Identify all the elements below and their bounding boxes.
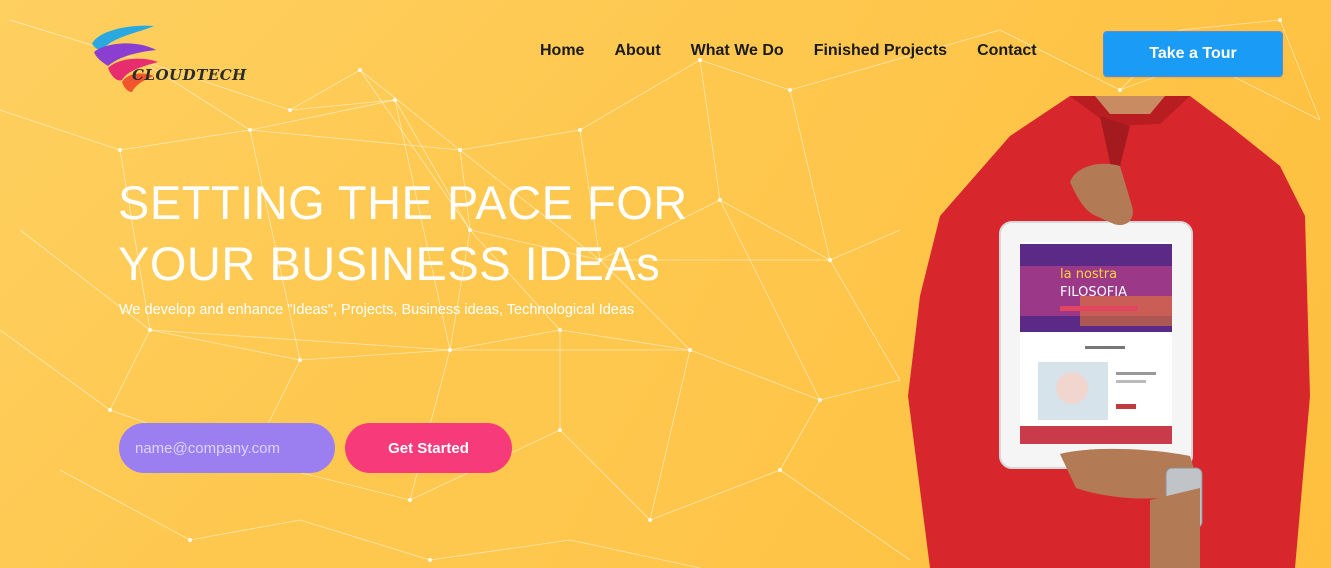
logo-swoosh-icon <box>92 25 158 92</box>
logo-wordmark: CLOUDTECH <box>132 66 247 84</box>
take-a-tour-button[interactable]: Take a Tour <box>1103 31 1283 77</box>
main-nav: Home About What We Do Finished Projects … <box>540 42 1037 60</box>
cloudtech-logo[interactable] <box>88 22 228 96</box>
nav-item-about[interactable]: About <box>614 42 660 60</box>
hero-title-line-1: SETTING THE PACE FOR <box>118 176 688 229</box>
nav-item-finished-projects[interactable]: Finished Projects <box>814 42 947 60</box>
nav-item-what-we-do[interactable]: What We Do <box>691 42 784 60</box>
tablet-screen-headline-2: FILOSOFIA <box>1060 285 1127 300</box>
email-input[interactable] <box>119 423 335 473</box>
tablet-screen-headline-1: la nostra <box>1060 267 1117 282</box>
nav-item-contact[interactable]: Contact <box>977 42 1037 60</box>
hero-subtitle: We develop and enhance "Ideas", Projects… <box>119 302 635 318</box>
hero-title-line-2: YOUR BUSINESS IDEAs <box>118 237 661 290</box>
get-started-button[interactable]: Get Started <box>345 423 512 473</box>
person-holding-tablet-image: la nostra FILOSOFIA <box>908 96 1310 568</box>
hero-title: SETTING THE PACE FOR YOUR BUSINESS IDEAs <box>118 172 738 294</box>
nav-item-home[interactable]: Home <box>540 42 584 60</box>
